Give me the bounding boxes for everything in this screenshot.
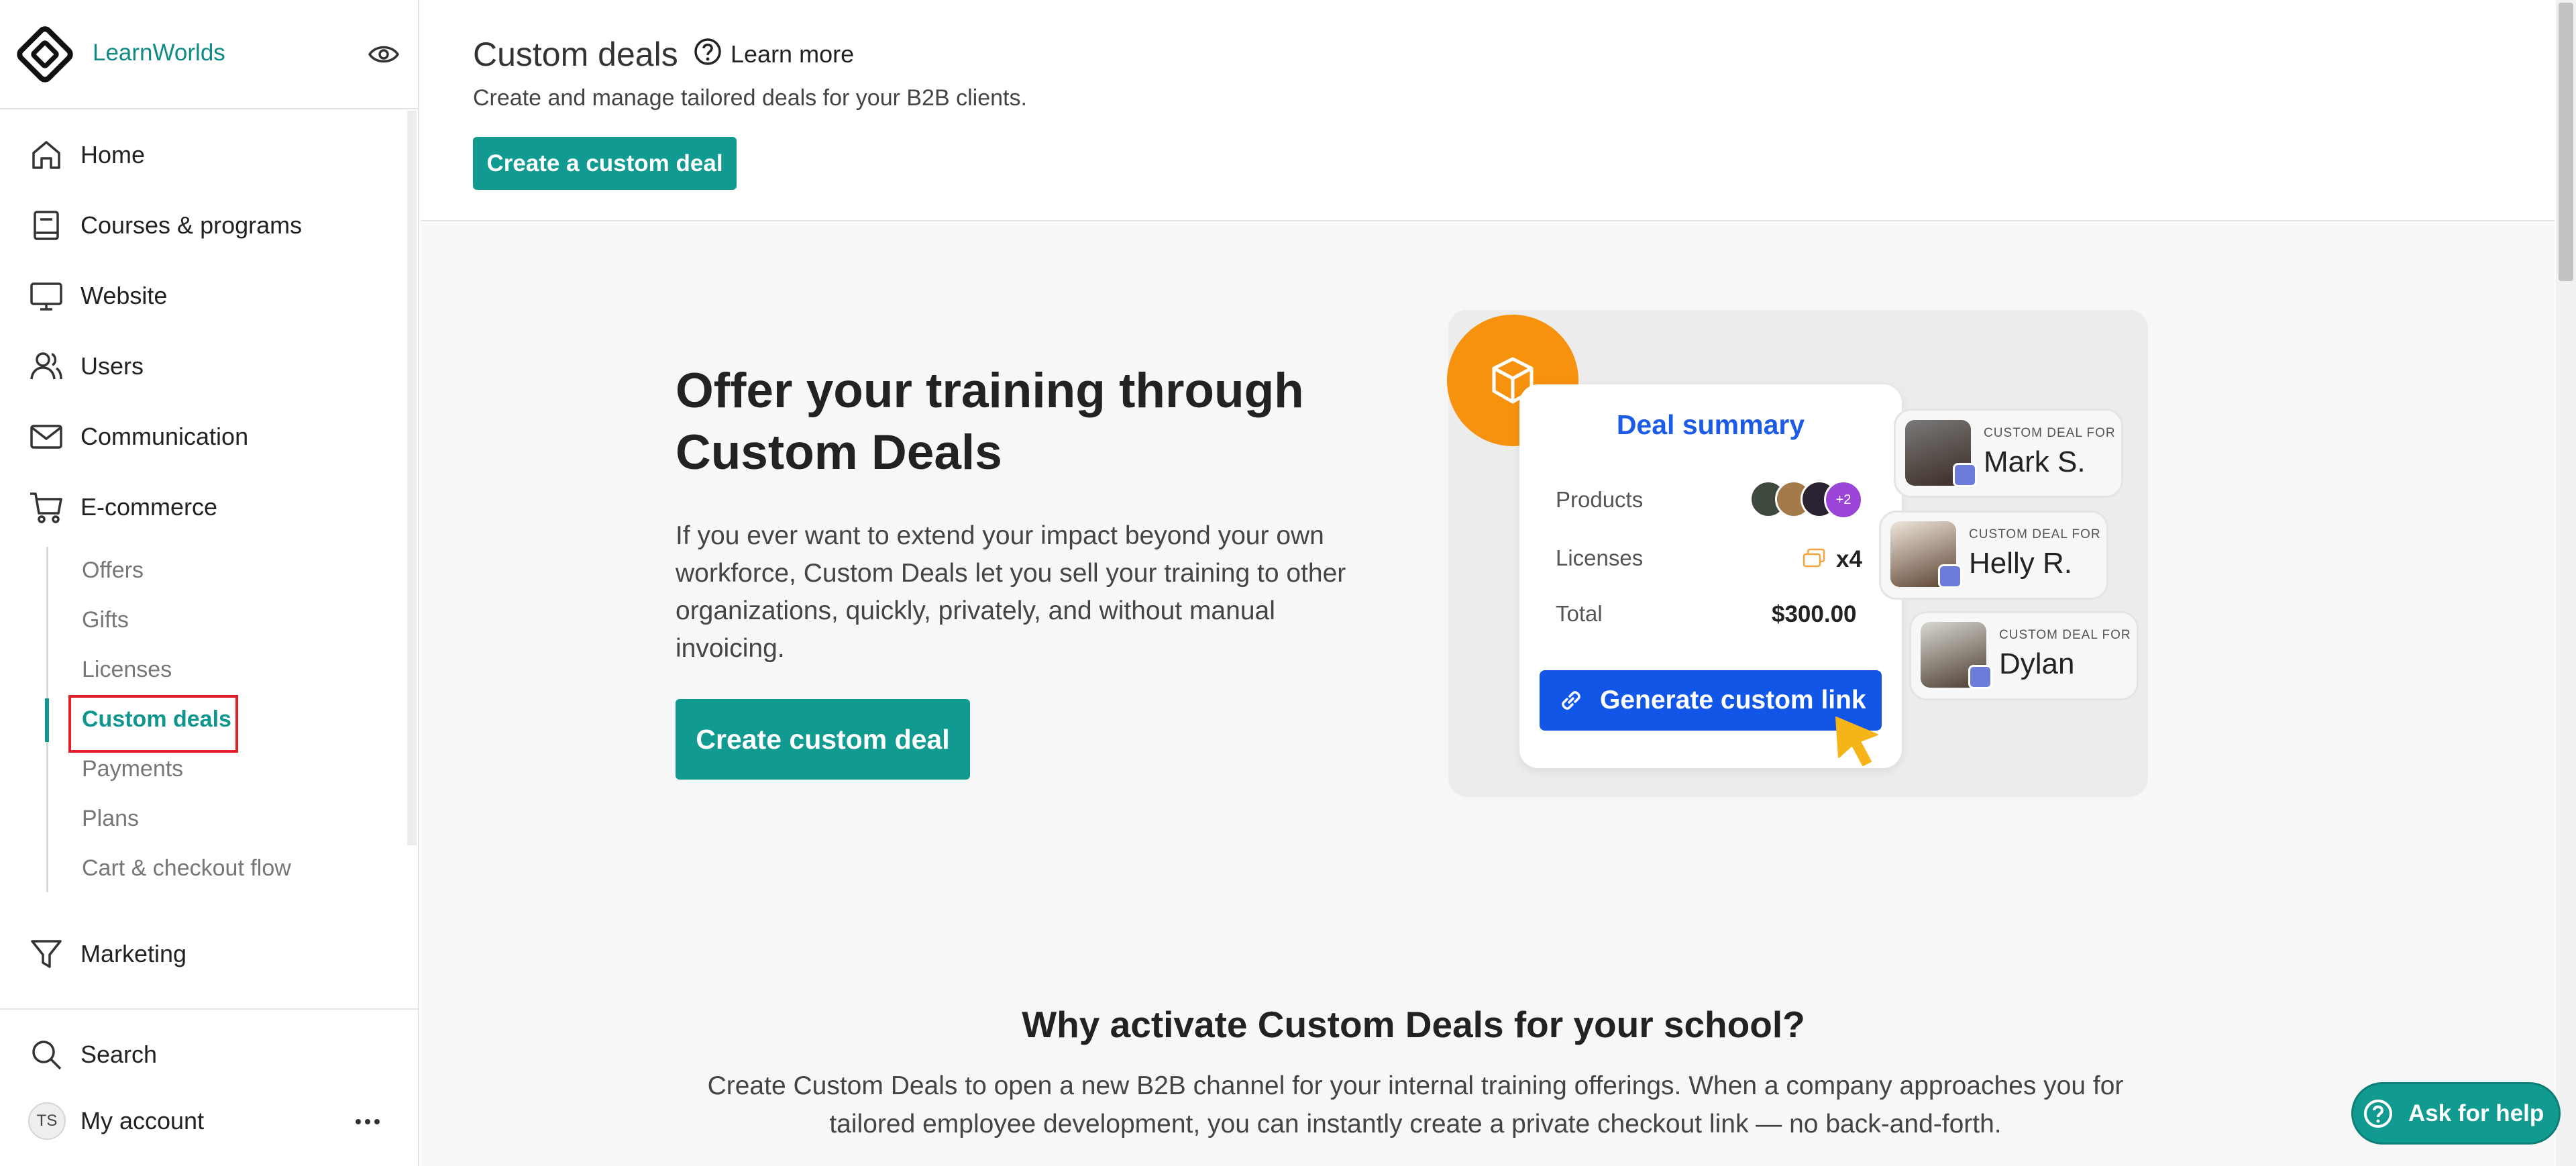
question-circle-icon[interactable] [693,37,722,66]
brand-header: LearnWorlds [0,0,418,109]
subnav-item-payments[interactable]: Payments [82,756,183,782]
nav-label: Users [80,352,144,380]
mail-icon [30,425,62,449]
nav-label: Website [80,282,168,309]
nav-item-marketing[interactable]: Marketing [0,924,406,984]
brand-name[interactable]: LearnWorlds [93,40,225,66]
avatar[interactable]: TS [28,1102,66,1140]
subnav-active-indicator [45,698,49,742]
eye-icon[interactable] [368,42,400,67]
deal-summary-title: Deal summary [1616,409,1805,440]
nav-label: Courses & programs [80,211,303,239]
nav-item-home[interactable]: Home [0,125,406,185]
more-dots-icon[interactable] [354,1110,381,1133]
contact-name: Helly R. [1969,547,2073,580]
nav-label: Communication [80,423,249,450]
products-more-badge: +2 [1824,480,1863,519]
filter-icon [31,940,62,968]
nav-item-courses[interactable]: Courses & programs [0,195,406,256]
subnav-item-licenses[interactable]: Licenses [82,657,172,683]
nav-label: Search [80,1041,158,1068]
users-icon [30,352,62,380]
nav-item-ecommerce[interactable]: E-commerce [0,477,406,537]
contact-caption: CUSTOM DEAL FOR [1969,527,2101,541]
subnav-item-gifts[interactable]: Gifts [82,607,129,633]
page-title: Custom deals [473,36,678,73]
learn-more-link[interactable]: Learn more [731,40,854,68]
nav-label: Home [80,141,146,168]
create-custom-deal-hero-button[interactable]: Create custom deal [676,699,970,780]
contact-name: Dylan [1999,647,2075,680]
subnav-item-offers[interactable]: Offers [82,558,144,584]
cursor-pointer-icon [1835,717,1878,766]
highlight-box [68,695,238,753]
page-subtitle: Create and manage tailored deals for you… [473,85,1027,111]
contact-caption: CUSTOM DEAL FOR [1984,426,2116,440]
license-icon [1803,548,1825,568]
nav-label: Marketing [80,940,187,967]
monitor-icon [30,282,62,311]
learnworlds-logo-icon[interactable] [16,25,74,83]
contact-name: Mark S. [1984,445,2086,478]
generate-custom-link-button: Generate custom link [1540,670,1882,731]
why-section-title: Why activate Custom Deals for your schoo… [1022,1004,1805,1045]
cart-icon [30,492,62,523]
nav-item-communication[interactable]: Communication [0,407,406,467]
sidebar-scrollbar[interactable] [407,111,417,845]
why-section-text: Create Custom Deals to open a new B2B ch… [707,1071,2124,1138]
hero-title-line: Custom Deals [676,425,1002,480]
nav-label: My account [80,1107,205,1134]
contact-caption: CUSTOM DEAL FOR [1999,628,2131,642]
mail-badge-icon [1968,665,1992,689]
nav-item-search[interactable]: Search [0,1024,406,1085]
mail-badge-icon [1938,564,1962,588]
products-label: Products [1556,487,1644,512]
nav-label: E-commerce [80,493,218,521]
subnav-item-plans[interactable]: Plans [82,806,139,832]
mail-badge-icon [1953,463,1977,487]
nav-item-users[interactable]: Users [0,336,406,396]
book-icon [34,211,59,240]
link-icon [1562,691,1580,710]
subnav-item-cart-checkout-flow[interactable]: Cart & checkout flow [82,855,291,882]
hero-title-line: Offer your training through [676,364,1304,418]
licenses-value: x4 [1836,546,1862,572]
search-icon [32,1041,62,1070]
hero-description: If you ever want to extend your impact b… [676,521,1346,663]
total-label: Total [1556,601,1603,626]
question-circle-icon [2364,1100,2392,1128]
main-scrollbar-thumb[interactable] [2559,3,2573,281]
hero-title: Offer your training through Custom Deals [676,360,1346,484]
create-custom-deal-button[interactable]: Create a custom deal [473,137,737,190]
home-icon [32,141,60,169]
nav-item-website[interactable]: Website [0,266,406,326]
licenses-label: Licenses [1556,545,1644,570]
total-value: $300.00 [1772,601,1857,627]
